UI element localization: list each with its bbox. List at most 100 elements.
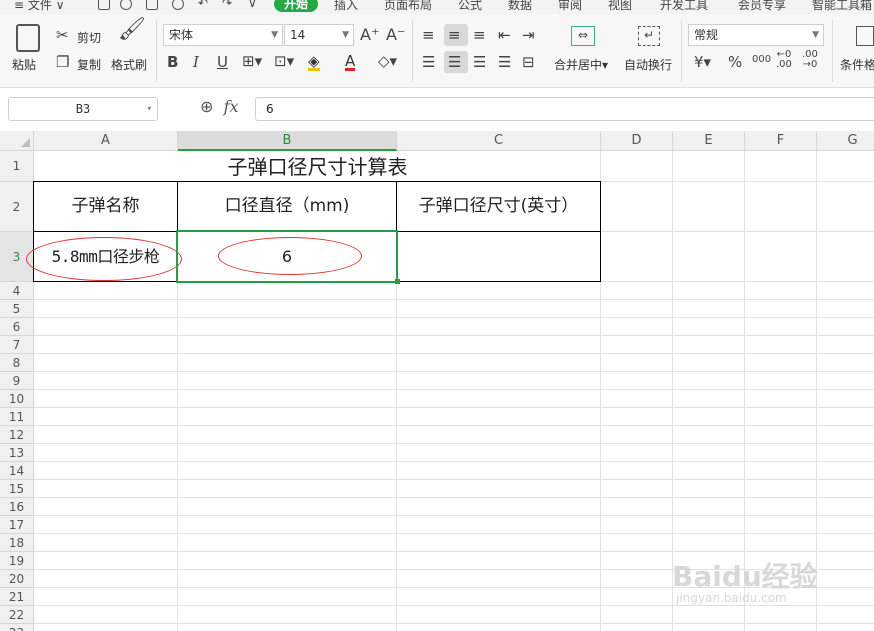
tab-page-layout[interactable]: 页面布局 <box>384 0 432 13</box>
fill-color-icon[interactable]: ◈ <box>308 53 320 71</box>
row-header-10[interactable]: 10 <box>0 390 34 408</box>
distributed-icon[interactable]: ⊟ <box>522 54 535 70</box>
font-name-select[interactable]: 宋体 ▼ <box>163 24 283 46</box>
column-header-g[interactable]: G <box>817 131 874 151</box>
number-format-select[interactable]: 常规 ▼ <box>688 24 824 46</box>
tab-view[interactable]: 视图 <box>608 0 632 13</box>
row-header-5[interactable]: 5 <box>0 300 34 318</box>
row-header-2[interactable]: 2 <box>0 182 34 232</box>
decrease-font-icon[interactable]: A⁻ <box>386 27 405 43</box>
paste-icon[interactable] <box>16 24 40 52</box>
row-header-4[interactable]: 4 <box>0 282 34 300</box>
align-bottom-icon[interactable]: ≡ <box>473 27 486 43</box>
conditional-format-icon[interactable] <box>856 26 874 46</box>
wrap-text-icon[interactable]: ↵ <box>638 26 660 46</box>
percent-icon[interactable]: % <box>728 54 742 70</box>
font-color-icon[interactable]: A <box>345 53 356 71</box>
align-left-icon[interactable]: ☰ <box>422 54 435 70</box>
column-header-f[interactable]: F <box>745 131 817 151</box>
menu-file[interactable]: ≡ 文件 ∨ <box>14 0 65 13</box>
justify-icon[interactable]: ☰ <box>498 54 511 70</box>
header-caliber-mm[interactable]: 口径直径（mm) <box>178 182 396 231</box>
border-icon[interactable]: ⊞▾ <box>242 53 262 69</box>
row-header-14[interactable]: 14 <box>0 462 34 480</box>
row-header-18[interactable]: 18 <box>0 534 34 552</box>
tab-smart-tools[interactable]: 智能工具箱 <box>812 0 872 13</box>
row-header-6[interactable]: 6 <box>0 318 34 336</box>
tab-formulas[interactable]: 公式 <box>458 0 482 13</box>
bold-icon[interactable]: B <box>167 54 178 70</box>
row-header-15[interactable]: 15 <box>0 480 34 498</box>
align-top-icon[interactable]: ≡ <box>422 27 435 43</box>
undo-icon[interactable]: ↶ <box>198 0 208 10</box>
wrap-text-button[interactable]: 自动换行 <box>624 56 672 73</box>
decrease-decimal-icon[interactable]: .00 →0 <box>802 50 818 70</box>
column-header-e[interactable]: E <box>673 131 745 151</box>
zoom-icon[interactable]: ⊕ <box>200 97 213 116</box>
print-icon[interactable] <box>120 0 132 10</box>
spreadsheet-grid[interactable]: A B C D E F G 1 2 3 4 5 6 7 8 9 10 11 12… <box>0 131 874 631</box>
save-icon[interactable] <box>98 0 110 10</box>
row-header-19[interactable]: 19 <box>0 552 34 570</box>
clear-format-icon[interactable]: ◇▾ <box>378 53 397 69</box>
tab-home[interactable]: 开始 <box>274 0 319 12</box>
row-header-1[interactable]: 1 <box>0 151 34 182</box>
align-right-icon[interactable]: ☰ <box>473 54 486 70</box>
more-icon[interactable]: ∨ <box>248 0 257 10</box>
header-caliber-inch[interactable]: 子弹口径尺寸(英寸） <box>397 182 600 231</box>
tab-data[interactable]: 数据 <box>508 0 532 13</box>
align-middle-icon[interactable]: ≡ <box>448 27 461 43</box>
underline-icon[interactable]: U <box>217 54 228 70</box>
cell-style-icon[interactable]: ⊡▾ <box>274 53 294 69</box>
scissors-icon[interactable]: ✂ <box>56 27 69 43</box>
increase-decimal-icon[interactable]: ←0.00 <box>776 50 792 70</box>
column-header-d[interactable]: D <box>601 131 673 151</box>
paste-button[interactable]: 粘贴 <box>12 56 36 73</box>
copy-icon[interactable]: ❐ <box>56 54 69 70</box>
fill-handle[interactable] <box>395 279 400 284</box>
copy-button[interactable]: 复制 <box>77 56 101 73</box>
italic-icon[interactable]: I <box>193 54 199 70</box>
thousands-icon[interactable]: 000 <box>752 52 771 68</box>
active-cell-selection[interactable] <box>176 230 398 283</box>
font-size-select[interactable]: 14 ▼ <box>284 24 354 46</box>
row-header-17[interactable]: 17 <box>0 516 34 534</box>
preview-icon[interactable] <box>146 0 158 10</box>
currency-icon[interactable]: ¥▾ <box>694 54 711 70</box>
column-header-a[interactable]: A <box>34 131 178 151</box>
row-header-9[interactable]: 9 <box>0 372 34 390</box>
row-header-11[interactable]: 11 <box>0 408 34 426</box>
cell-c3[interactable] <box>397 232 600 281</box>
column-header-c[interactable]: C <box>397 131 601 151</box>
row-header-22[interactable]: 22 <box>0 606 34 624</box>
row-header-12[interactable]: 12 <box>0 426 34 444</box>
indent-increase-icon[interactable]: ⇥ <box>522 27 535 43</box>
row-header-21[interactable]: 21 <box>0 588 34 606</box>
fx-icon[interactable]: fx <box>224 97 239 116</box>
cut-button[interactable]: 剪切 <box>77 29 101 46</box>
find-icon[interactable] <box>172 0 184 10</box>
row-header-23[interactable]: 23 <box>0 624 34 631</box>
row-header-13[interactable]: 13 <box>0 444 34 462</box>
row-header-20[interactable]: 20 <box>0 570 34 588</box>
name-box[interactable]: B3 ▾ <box>8 97 158 121</box>
column-header-b[interactable]: B <box>178 131 397 151</box>
tab-developer[interactable]: 开发工具 <box>660 0 708 13</box>
select-all-corner[interactable] <box>0 131 34 151</box>
conditional-format-button[interactable]: 条件格 <box>840 56 874 73</box>
tab-member[interactable]: 会员专享 <box>738 0 786 13</box>
merge-center-icon[interactable]: ⇔ <box>571 26 595 46</box>
formula-input[interactable]: 6 <box>255 97 874 121</box>
row-header-8[interactable]: 8 <box>0 354 34 372</box>
format-painter-button[interactable]: 格式刷 <box>111 56 147 73</box>
format-painter-icon[interactable]: 🖌 <box>118 19 146 41</box>
tab-review[interactable]: 审阅 <box>558 0 582 13</box>
tab-insert[interactable]: 插入 <box>334 0 358 13</box>
row-header-7[interactable]: 7 <box>0 336 34 354</box>
row-header-16[interactable]: 16 <box>0 498 34 516</box>
align-center-icon[interactable]: ☰ <box>448 54 461 70</box>
header-bullet-name[interactable]: 子弹名称 <box>34 182 177 231</box>
merge-center-button[interactable]: 合并居中▾ <box>554 56 608 73</box>
indent-decrease-icon[interactable]: ⇤ <box>498 27 511 43</box>
redo-icon[interactable]: ↷ <box>222 0 232 10</box>
